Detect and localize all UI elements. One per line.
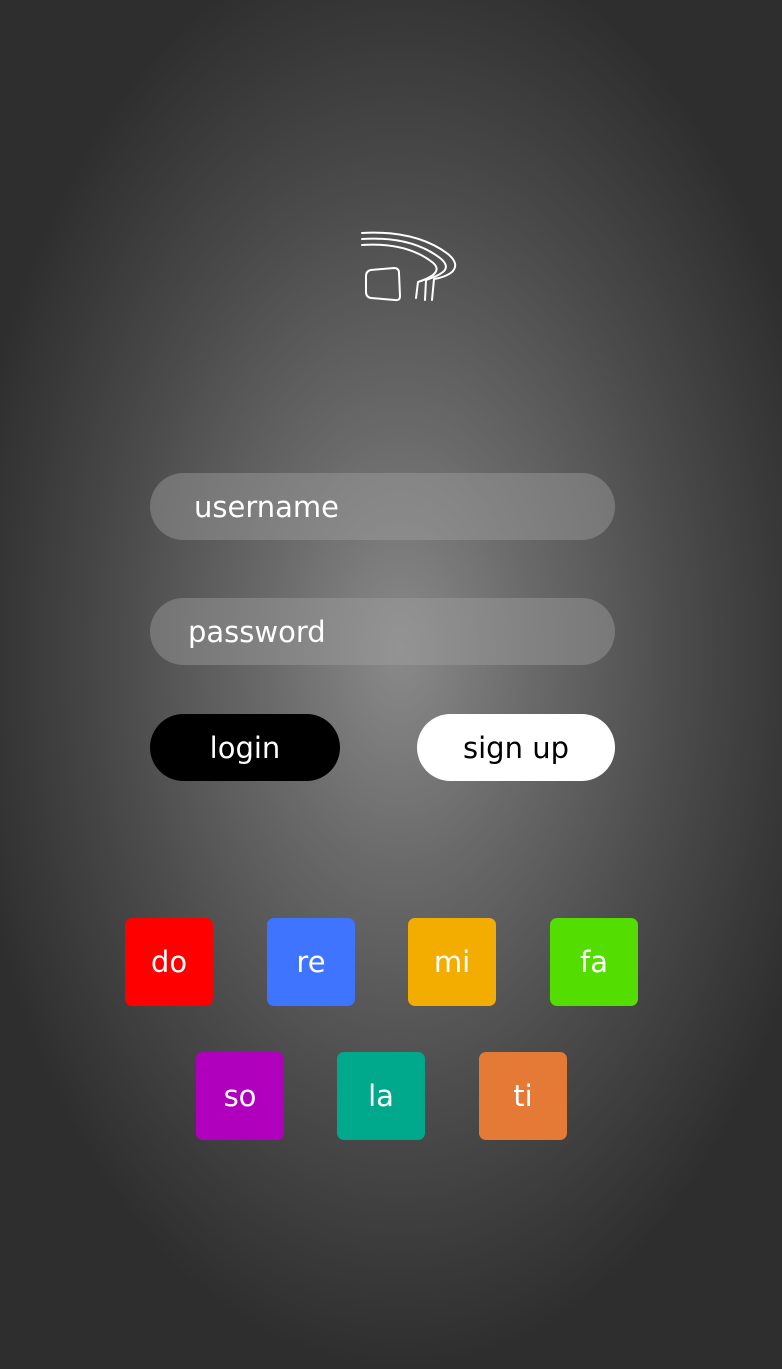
note-button-so[interactable]: so bbox=[196, 1052, 284, 1140]
app-logo bbox=[356, 228, 462, 308]
note-button-la[interactable]: la bbox=[337, 1052, 425, 1140]
note-button-re[interactable]: re bbox=[267, 918, 355, 1006]
login-button[interactable]: login bbox=[150, 714, 340, 781]
speaker-waves-icon bbox=[361, 231, 457, 302]
note-button-ti[interactable]: ti bbox=[479, 1052, 567, 1140]
note-button-do[interactable]: do bbox=[125, 918, 213, 1006]
note-button-fa[interactable]: fa bbox=[550, 918, 638, 1006]
sign-up-button[interactable]: sign up bbox=[417, 714, 615, 781]
note-button-mi[interactable]: mi bbox=[408, 918, 496, 1006]
username-input[interactable] bbox=[150, 473, 615, 540]
password-input[interactable] bbox=[150, 598, 615, 665]
